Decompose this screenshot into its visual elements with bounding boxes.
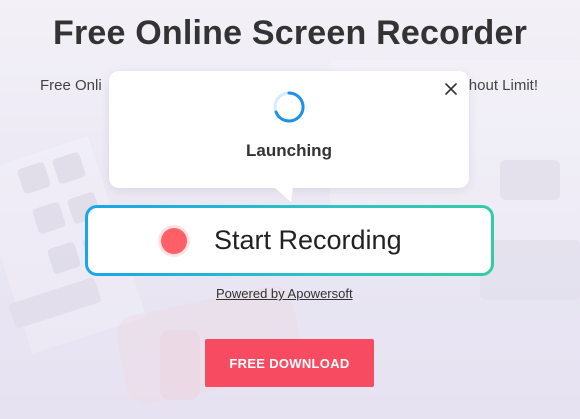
close-popup-button[interactable] (441, 79, 461, 99)
powered-by-link[interactable]: Powered by Apowersoft (216, 286, 353, 301)
subtitle-left-fragment: Free Onli (40, 77, 102, 94)
close-icon (445, 83, 457, 95)
free-download-button[interactable]: FREE DOWNLOAD (205, 339, 374, 387)
subtitle-right-fragment: hout Limit! (468, 77, 538, 94)
launching-status: Launching (246, 141, 332, 160)
page-title: Free Online Screen Recorder (52, 14, 528, 52)
record-dot-icon (161, 228, 187, 254)
popup-tail (272, 186, 302, 202)
start-recording-button[interactable]: Start Recording (85, 205, 494, 276)
start-recording-inner[interactable]: Start Recording (88, 208, 491, 273)
loading-spinner-icon (273, 91, 305, 123)
start-recording-label: Start Recording (214, 225, 402, 255)
